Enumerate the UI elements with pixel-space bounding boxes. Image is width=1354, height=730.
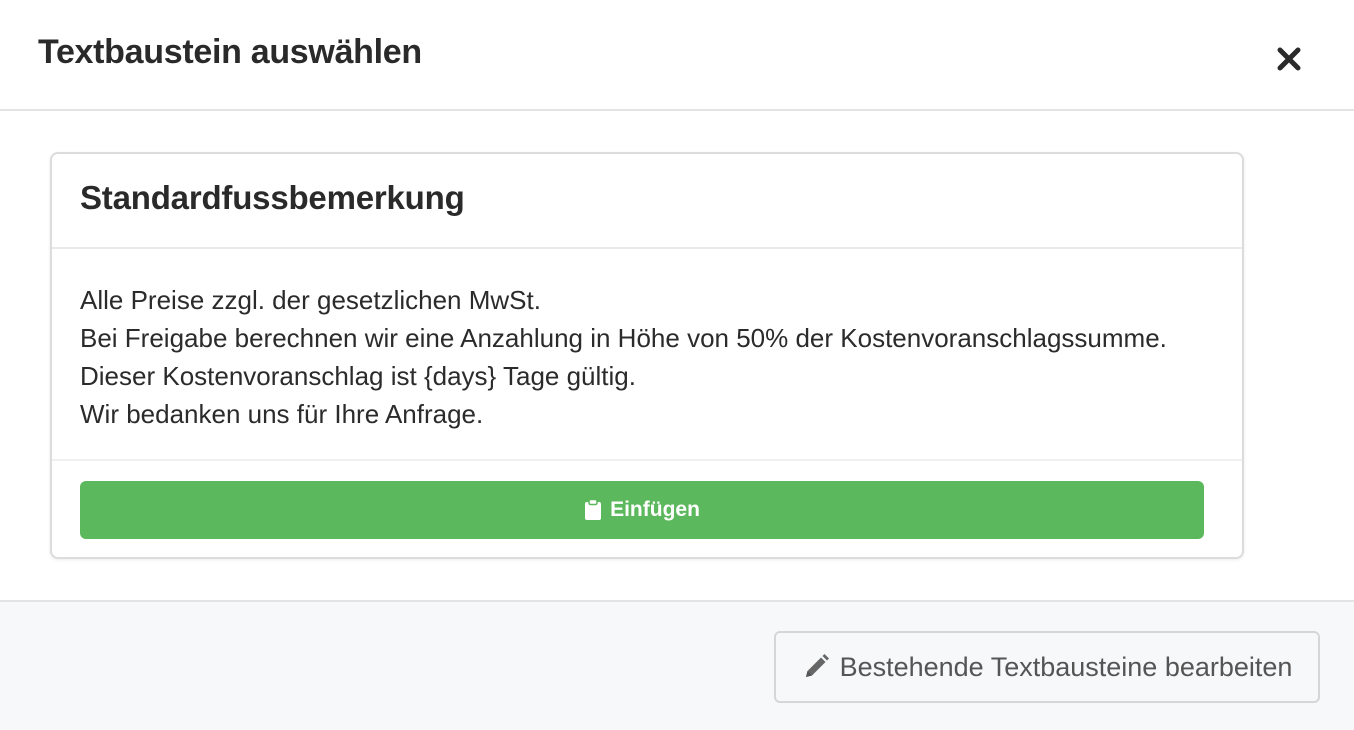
snippet-text: Alle Preise zzgl. der gesetzlichen MwSt.…	[80, 281, 1230, 433]
modal-header: Textbaustein auswählen	[0, 0, 1354, 111]
snippet-card-footer: Einfügen	[52, 459, 1242, 557]
snippet-text-line: Dieser Kostenvoranschlag ist {days} Tage…	[80, 361, 636, 391]
modal-footer: Bestehende Textbausteine bearbeiten	[0, 600, 1354, 730]
snippet-card-header: Standardfussbemerkung	[52, 154, 1242, 249]
close-button[interactable]	[1270, 40, 1308, 78]
insert-button-label: Einfügen	[610, 498, 700, 521]
snippet-text-line: Wir bedanken uns für Ihre Anfrage.	[80, 399, 484, 429]
snippet-text-line: Bei Freigabe berechnen wir eine Anzahlun…	[80, 323, 1167, 353]
insert-button[interactable]: Einfügen	[80, 481, 1204, 539]
pencil-icon	[802, 653, 830, 681]
close-icon	[1277, 47, 1301, 71]
modal-body: Standardfussbemerkung Alle Preise zzgl. …	[0, 111, 1354, 600]
snippet-text-line: Alle Preise zzgl. der gesetzlichen MwSt.	[80, 285, 541, 315]
modal-title: Textbaustein auswählen	[38, 33, 422, 71]
snippet-title: Standardfussbemerkung	[80, 179, 465, 216]
edit-snippets-label: Bestehende Textbausteine bearbeiten	[839, 651, 1293, 682]
clipboard-icon	[584, 499, 602, 521]
select-snippet-modal: Textbaustein auswählen Standardfussbemer…	[0, 0, 1354, 730]
edit-snippets-button[interactable]: Bestehende Textbausteine bearbeiten	[774, 631, 1320, 703]
snippet-card: Standardfussbemerkung Alle Preise zzgl. …	[50, 152, 1244, 559]
